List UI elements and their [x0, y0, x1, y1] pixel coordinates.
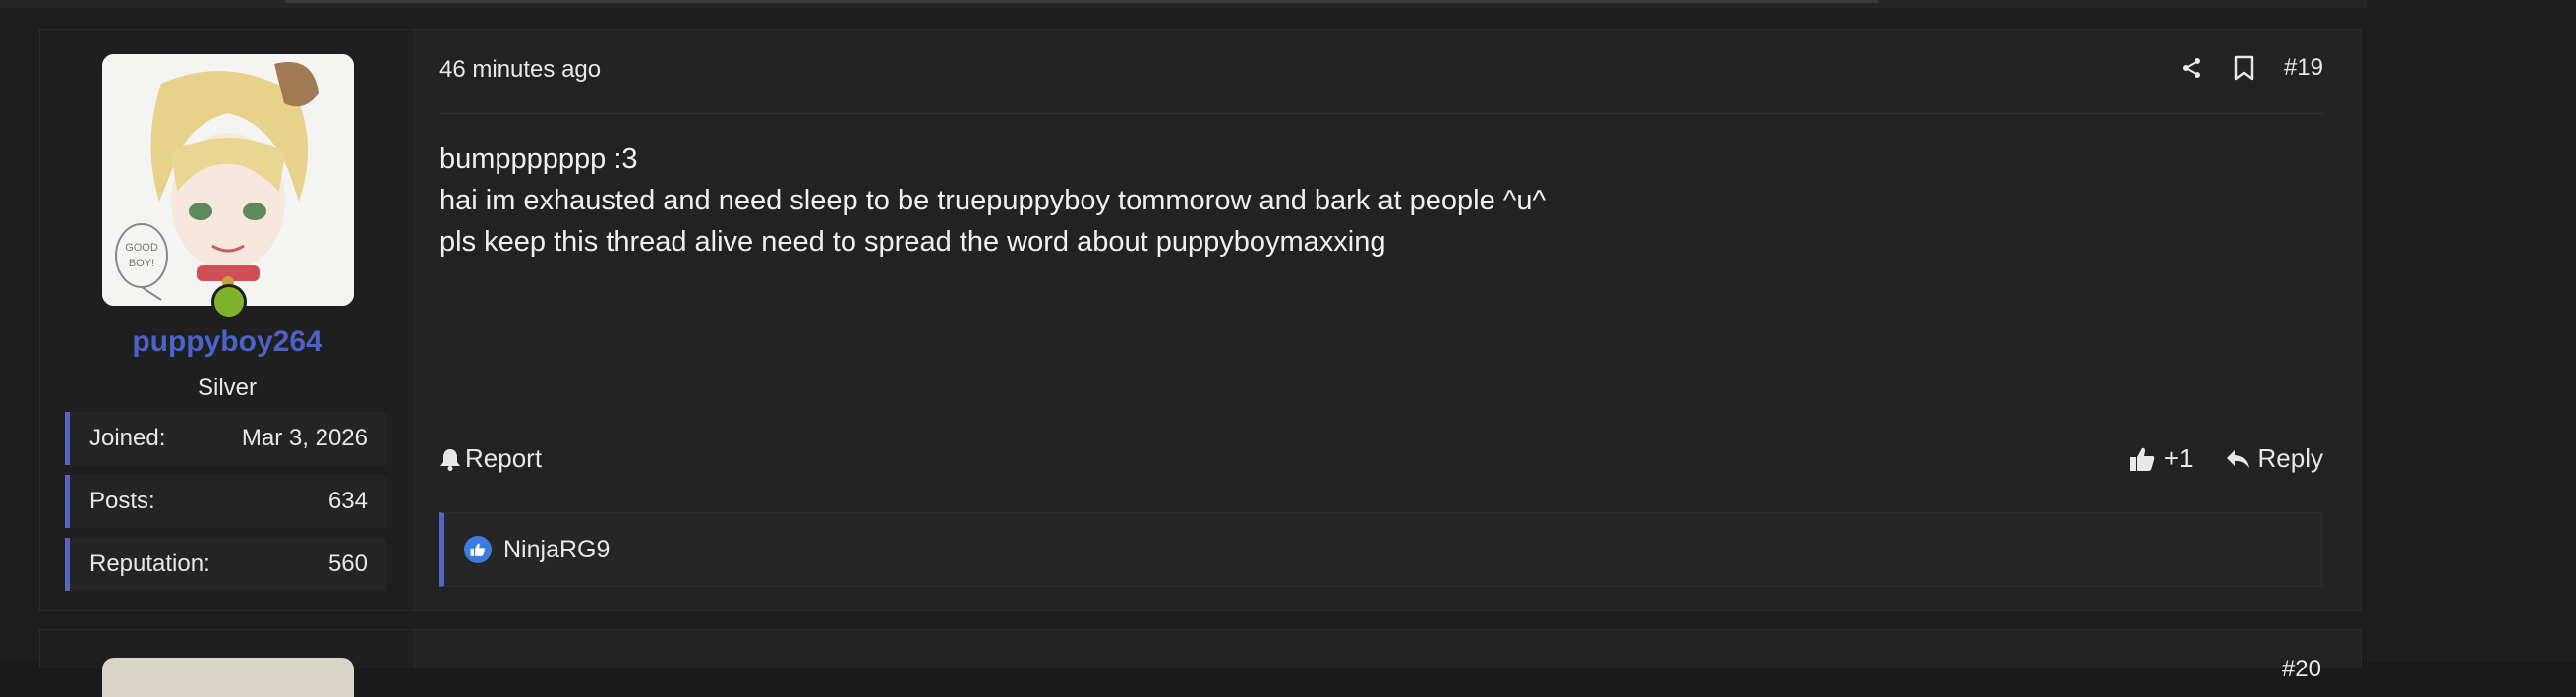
post-number-link[interactable]: #19: [2284, 54, 2323, 82]
stat-value: Mar 3, 2026: [241, 425, 368, 451]
like-count: +1: [2163, 443, 2194, 473]
like-reaction-icon: [464, 536, 492, 563]
next-forum-post: #20: [39, 629, 2362, 697]
user-stat-reputation: Reputation: 560: [65, 538, 387, 591]
svg-text:BOY!: BOY!: [129, 258, 154, 269]
user-stat-posts: Posts: 634: [65, 475, 387, 528]
stat-value: 634: [327, 488, 368, 514]
top-strip-segment: [285, 0, 1878, 3]
reactions-bar[interactable]: NinjaRG9: [439, 512, 2323, 587]
next-post-header-actions: #20: [2282, 656, 2321, 683]
avatar-drawing: GOOD BOY!: [102, 54, 354, 306]
username-link[interactable]: puppyboy264: [40, 325, 414, 359]
next-post-author-pane: [40, 630, 415, 697]
post-author-pane: GOOD BOY! puppyboy264 Silver Joined: Mar…: [40, 30, 415, 610]
next-post-number-link[interactable]: #20: [2282, 656, 2321, 683]
post-body: bumppppppp :3 hai im exhausted and need …: [439, 139, 1546, 262]
svg-text:GOOD: GOOD: [125, 242, 158, 254]
user-rank-title: Silver: [197, 375, 257, 401]
report-button[interactable]: Report: [439, 443, 542, 474]
thread-container: GOOD BOY! puppyboy264 Silver Joined: Mar…: [0, 8, 2367, 697]
post-content-pane: 46 minutes ago #19 bumppppppp :3 hai im …: [414, 30, 2363, 610]
right-background-pane: [2367, 0, 2576, 661]
forum-post: GOOD BOY! puppyboy264 Silver Joined: Mar…: [39, 29, 2362, 611]
user-stat-joined: Joined: Mar 3, 2026: [65, 412, 387, 465]
reply-label: Reply: [2257, 443, 2323, 473]
stat-label: Joined:: [89, 425, 166, 451]
top-scroll-strip: [0, 0, 2367, 8]
stat-label: Posts:: [89, 488, 155, 514]
post-timestamp[interactable]: 46 minutes ago: [439, 56, 601, 84]
liked-by-user[interactable]: NinjaRG9: [503, 536, 610, 564]
stat-value: 560: [327, 551, 368, 577]
thumbs-up-icon: [2129, 445, 2156, 473]
share-icon[interactable]: [2180, 56, 2203, 80]
post-header-divider: [439, 113, 2323, 114]
stat-label: Reputation:: [89, 551, 210, 577]
post-footer-actions: +1 Reply: [2129, 443, 2323, 474]
avatar[interactable]: GOOD BOY!: [102, 54, 354, 306]
reply-arrow-icon: [2225, 447, 2251, 471]
bookmark-icon[interactable]: [2233, 55, 2254, 81]
online-status-indicator: [211, 284, 247, 319]
report-label: Report: [465, 443, 543, 473]
reply-button[interactable]: Reply: [2225, 443, 2323, 474]
post-body-line: pls keep this thread alive need to sprea…: [439, 226, 1386, 258]
like-button[interactable]: +1: [2129, 443, 2194, 474]
post-body-line: bumppppppp :3: [439, 144, 638, 175]
next-avatar[interactable]: [102, 658, 354, 697]
post-header-actions: #19: [2180, 54, 2323, 82]
post-body-line: hai im exhausted and need sleep to be tr…: [439, 185, 1547, 216]
bell-icon: [439, 447, 461, 471]
